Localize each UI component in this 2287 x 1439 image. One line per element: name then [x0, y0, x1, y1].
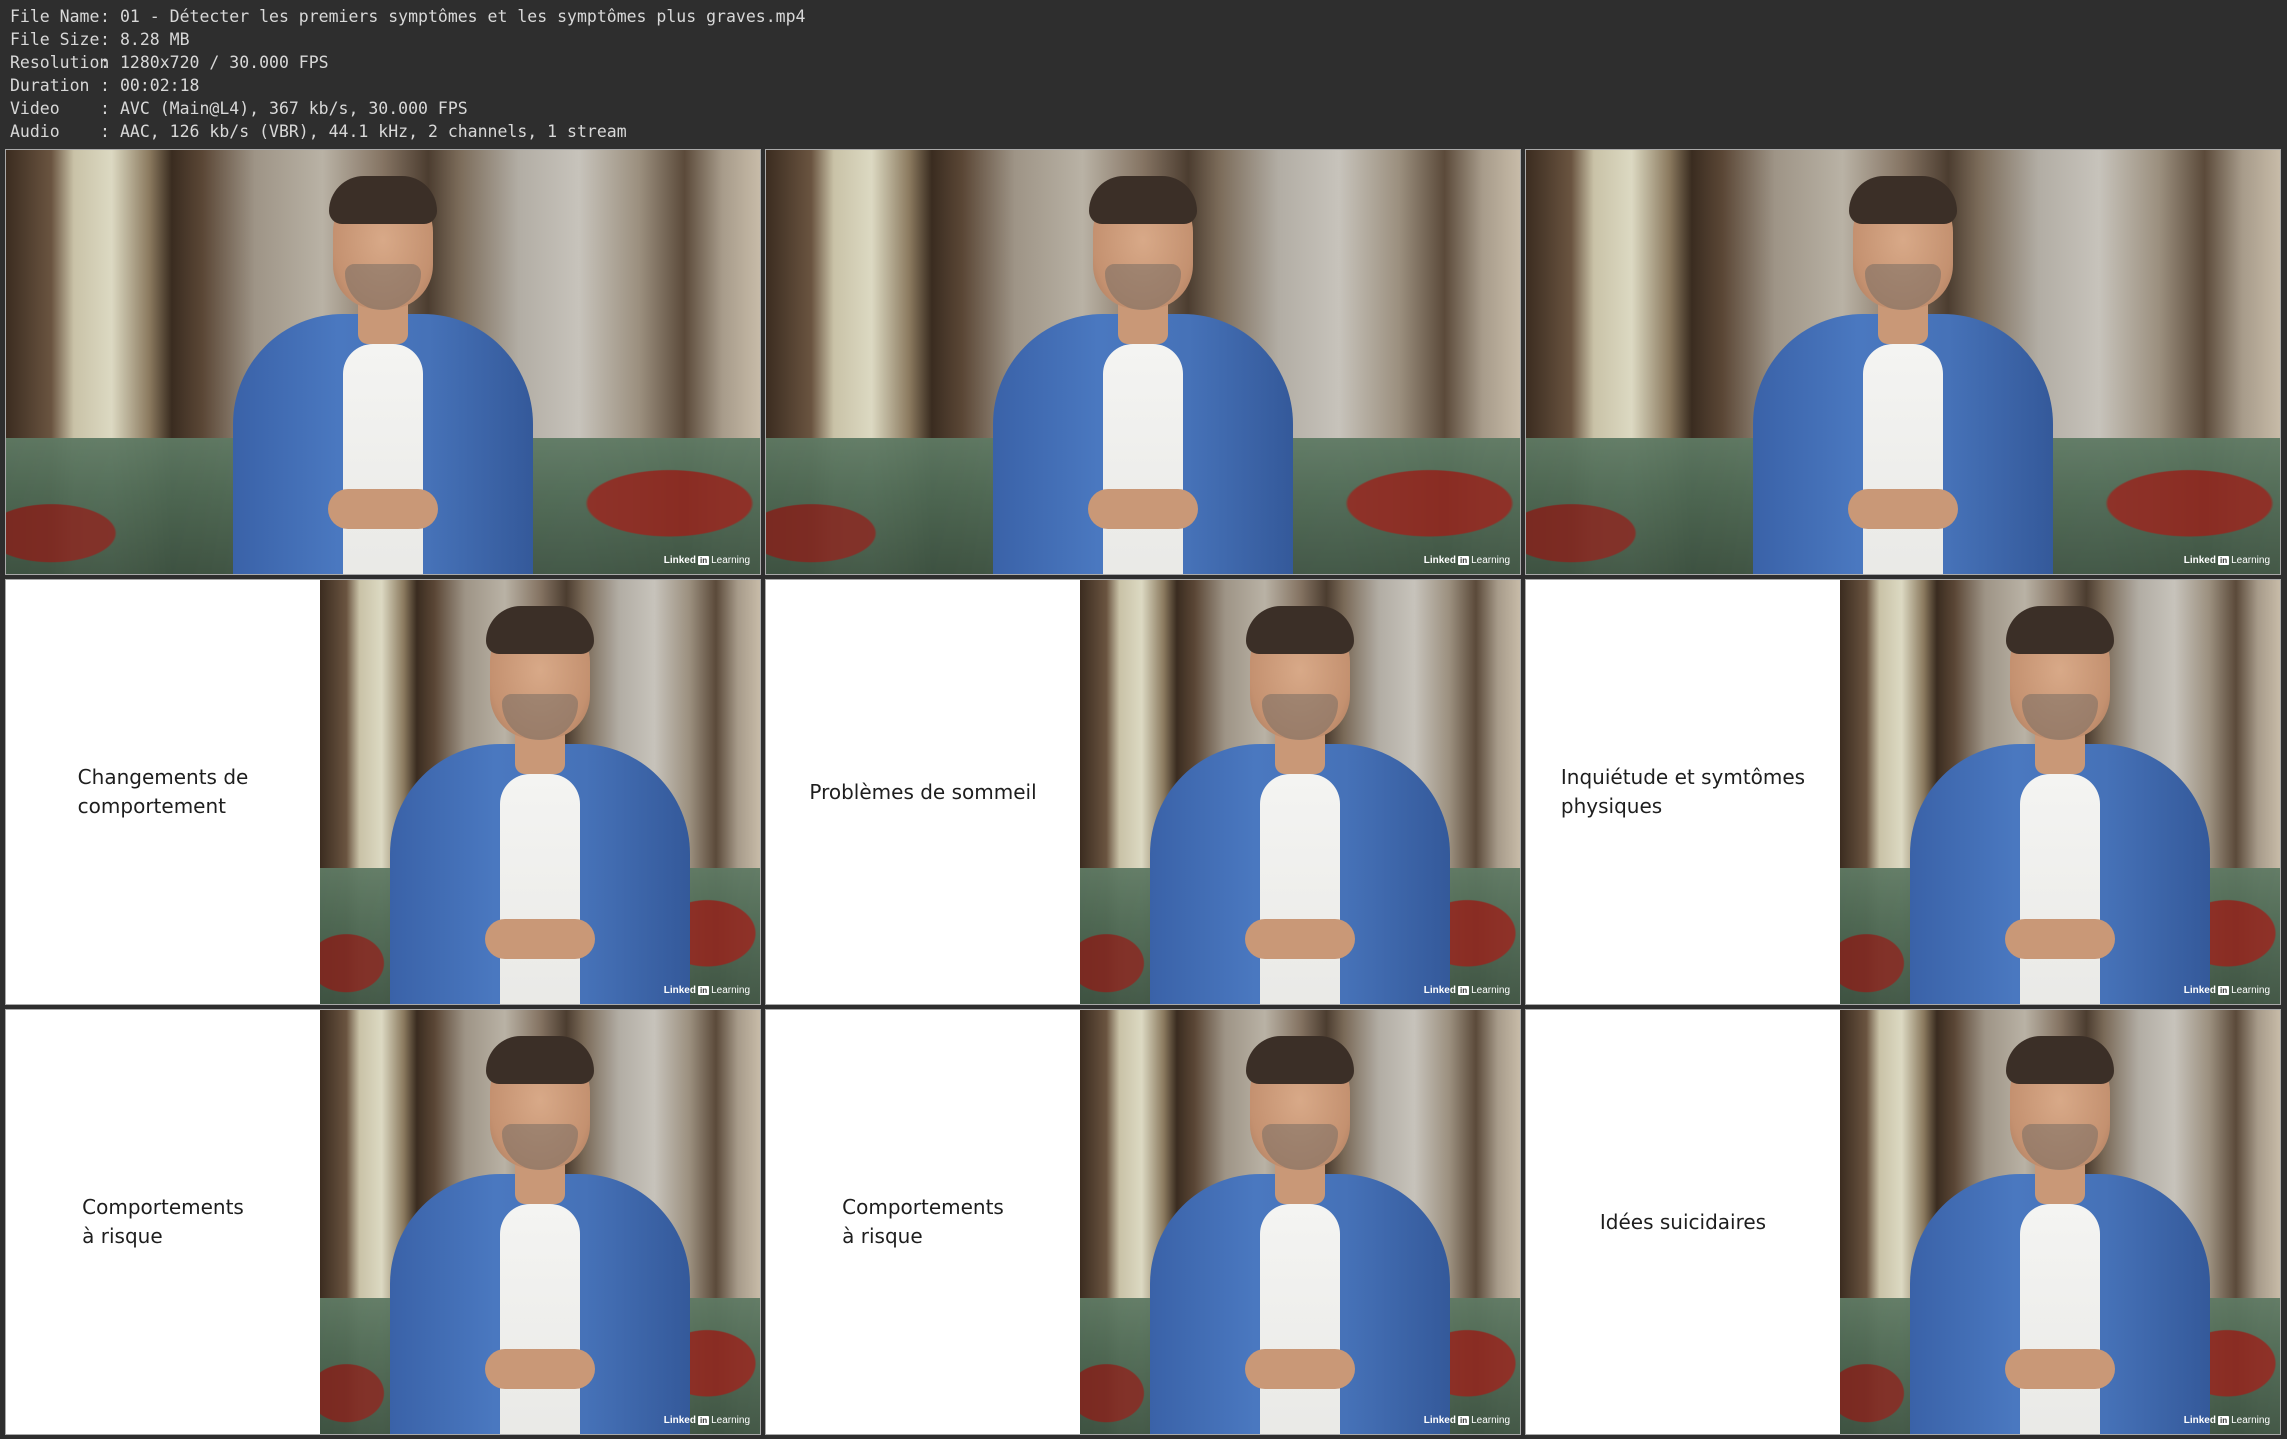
video-frame-image — [1080, 580, 1520, 1004]
metadata-separator: : — [100, 7, 110, 26]
caption-panel: Problèmes de sommeil — [766, 580, 1080, 1004]
metadata-value: 01 - Détecter les premiers symptômes et … — [120, 7, 806, 26]
caption-panel: Changements de comportement — [6, 580, 320, 1004]
slide-caption: Changements de comportement — [77, 765, 249, 818]
metadata-key: Duration — [10, 76, 90, 95]
video-frame-image — [1080, 1010, 1520, 1434]
slide-caption: Problèmes de sommeil — [809, 779, 1037, 804]
video-frame-image — [1526, 150, 2280, 574]
caption-panel: Comportements à risque — [766, 1010, 1080, 1434]
video-frame-image — [6, 150, 760, 574]
presenter-figure — [390, 594, 690, 1004]
metadata-separator: : — [100, 99, 110, 118]
metadata-key: Resolution — [10, 53, 110, 72]
presenter-figure — [1910, 1024, 2210, 1434]
linkedin-learning-logo: Linked in Learning — [1423, 555, 1510, 566]
caption-panel: Comportements à risque — [6, 1010, 320, 1434]
metadata-separator: : — [100, 122, 110, 141]
metadata-key: File Size — [10, 30, 100, 49]
presenter-figure — [233, 164, 533, 574]
metadata-duration: Duration : 00:02:18 — [10, 74, 805, 97]
presenter-figure — [390, 1024, 690, 1434]
video-frame-image — [1840, 1010, 2280, 1434]
linkedin-learning-logo: Linked in Learning — [2183, 1415, 2270, 1426]
presenter-figure — [993, 164, 1293, 574]
linkedin-learning-logo: Linked in Learning — [2183, 985, 2270, 996]
presenter-figure — [1753, 164, 2053, 574]
video-frame-image — [320, 1010, 760, 1434]
presenter-figure — [1150, 1024, 1450, 1434]
metadata-key: Audio — [10, 122, 60, 141]
video-thumbnail: Changements de comportement Linked in Lear… — [6, 580, 760, 1004]
metadata-value: AVC (Main@L4), 367 kb/s, 30.000 FPS — [120, 99, 468, 118]
metadata-file-size: File Size : 8.28 MB — [10, 28, 805, 51]
slide-caption: Idées suicidaires — [1599, 1209, 1767, 1234]
metadata-key: Video — [10, 99, 60, 118]
video-thumbnail: Linked in Learning — [6, 150, 760, 574]
metadata-value: 8.28 MB — [120, 30, 190, 49]
presenter-figure — [1910, 594, 2210, 1004]
slide-caption: Comportements à risque — [842, 1195, 1004, 1248]
caption-panel: Inquiétude et symtômes physiques — [1526, 580, 1840, 1004]
video-frame-image — [1840, 580, 2280, 1004]
slide-caption: Inquiétude et symtômes physiques — [1560, 765, 1806, 818]
video-thumbnail: Idées suicidaires Linked in Learning — [1526, 1010, 2280, 1434]
metadata-value: AAC, 126 kb/s (VBR), 44.1 kHz, 2 channel… — [120, 122, 627, 141]
metadata-separator: : — [100, 30, 110, 49]
metadata-key: File Name — [10, 7, 100, 26]
linkedin-learning-logo: Linked in Learning — [663, 1415, 750, 1426]
slide-caption: Comportements à risque — [82, 1195, 244, 1248]
video-thumbnail: Problèmes de sommeil Linked in Learning — [766, 580, 1520, 1004]
linkedin-learning-logo: Linked in Learning — [663, 555, 750, 566]
video-frame-image — [766, 150, 1520, 574]
video-thumbnail: Linked in Learning — [766, 150, 1520, 574]
linkedin-learning-logo: Linked in Learning — [1423, 1415, 1510, 1426]
metadata-value: 1280x720 / 30.000 FPS — [120, 53, 329, 72]
video-thumbnail: Comportements à risque Linked in Learning — [766, 1010, 1520, 1434]
metadata-video: Video : AVC (Main@L4), 367 kb/s, 30.000 … — [10, 97, 805, 120]
video-frame-image — [320, 580, 760, 1004]
video-thumbnail: Linked in Learning — [1526, 150, 2280, 574]
metadata-audio: Audio : AAC, 126 kb/s (VBR), 44.1 kHz, 2… — [10, 120, 805, 143]
metadata-resolution: Resolution : 1280x720 / 30.000 FPS — [10, 51, 805, 74]
linkedin-learning-logo: Linked in Learning — [2183, 555, 2270, 566]
video-thumbnail: Comportements à risque Linked in Learning — [6, 1010, 760, 1434]
caption-panel: Idées suicidaires — [1526, 1010, 1840, 1434]
file-metadata: File Name : 01 - Détecter les premiers s… — [10, 5, 805, 143]
presenter-figure — [1150, 594, 1450, 1004]
linkedin-learning-logo: Linked in Learning — [1423, 985, 1510, 996]
linkedin-learning-logo: Linked in Learning — [663, 985, 750, 996]
metadata-value: 00:02:18 — [120, 76, 200, 95]
metadata-separator: : — [100, 76, 110, 95]
video-thumbnail: Inquiétude et symtômes physiques Linked i… — [1526, 580, 2280, 1004]
metadata-separator: : — [100, 53, 110, 72]
thumbnail-grid: Linked in Learning Linked in Learning Linked… — [6, 150, 2280, 1434]
metadata-file-name: File Name : 01 - Détecter les premiers s… — [10, 5, 805, 28]
